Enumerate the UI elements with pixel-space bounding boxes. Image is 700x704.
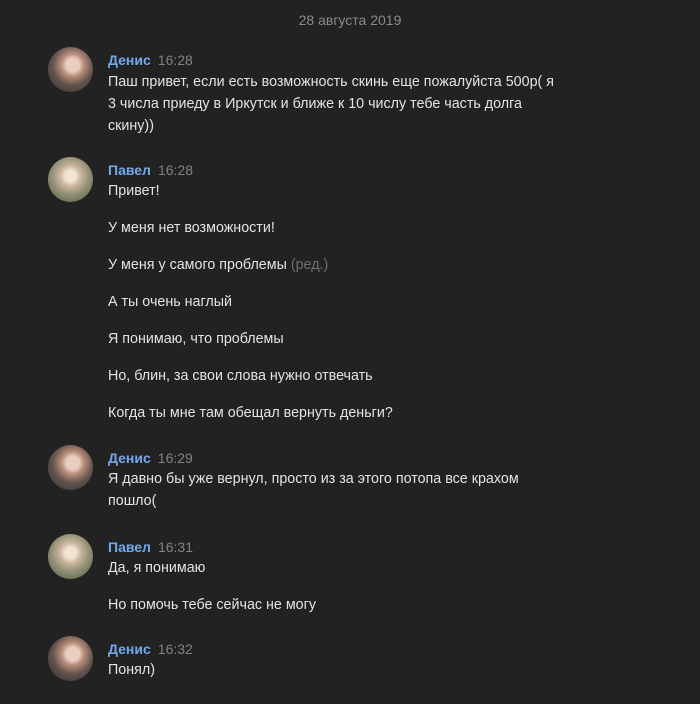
avatar[interactable] [48,47,93,92]
message-text: Я давно бы уже вернул, просто из за этог… [108,471,519,487]
message-text: Когда ты мне там обещал вернуть деньги? [108,405,393,421]
message-header: Павел 16:31 [108,538,193,556]
author-name[interactable]: Павел [108,539,151,555]
message-header: Денис 16:29 [108,449,193,467]
message-text: Я понимаю, что проблемы [108,331,284,347]
message-time[interactable]: 16:28 [158,162,193,178]
message-text: 3 числа приеду в Иркутск и ближе к 10 чи… [108,96,522,112]
author-name[interactable]: Денис [108,641,151,657]
message-text: Но помочь тебе сейчас не могу [108,597,316,613]
message-group: Денис 16:32 Понял) [48,636,658,688]
message-text: Понял) [108,662,155,678]
author-name[interactable]: Денис [108,450,151,466]
message-time[interactable]: 16:28 [158,52,193,68]
message-text: Но, блин, за свои слова нужно отвечать [108,368,373,384]
avatar[interactable] [48,157,93,202]
avatar[interactable] [48,636,93,681]
message-text: Да, я понимаю [108,560,206,576]
message-text: У меня у самого проблемы (ред.) [108,254,328,277]
message-text: У меня нет возможности! [108,220,275,236]
message-group: Денис 16:29 Я давно бы уже вернул, просто… [48,445,658,513]
message-header: Денис 16:28 [108,51,193,69]
message-text: скину)) [108,118,154,134]
message-group: Павел 16:31 Да, я понимаю Но помочь тебе … [48,534,658,616]
author-name[interactable]: Денис [108,52,151,68]
message-text: Паш привет, если есть возможность скинь … [108,74,555,90]
chat-history: 28 августа 2019 Денис 16:28 Паш привет, е… [0,0,700,704]
avatar[interactable] [48,534,93,579]
edited-label: (ред.) [290,257,329,273]
message-text: пошло( [108,493,157,509]
avatar[interactable] [48,445,93,490]
date-separator: 28 августа 2019 [298,12,402,28]
message-group: Денис 16:28 Паш привет, если есть возможн… [48,47,658,137]
message-time[interactable]: 16:29 [158,450,193,466]
author-name[interactable]: Павел [108,162,151,178]
message-text: Привет! [108,183,160,199]
message-group: Павел 16:28 Привет! У меня нет возможност… [48,157,658,427]
message-text: А ты очень наглый [108,294,233,310]
message-time[interactable]: 16:31 [158,539,193,555]
message-header: Павел 16:28 [108,161,193,179]
message-text-content: У меня у самого проблемы [108,257,287,273]
message-time[interactable]: 16:32 [158,641,193,657]
message-header: Денис 16:32 [108,640,193,658]
